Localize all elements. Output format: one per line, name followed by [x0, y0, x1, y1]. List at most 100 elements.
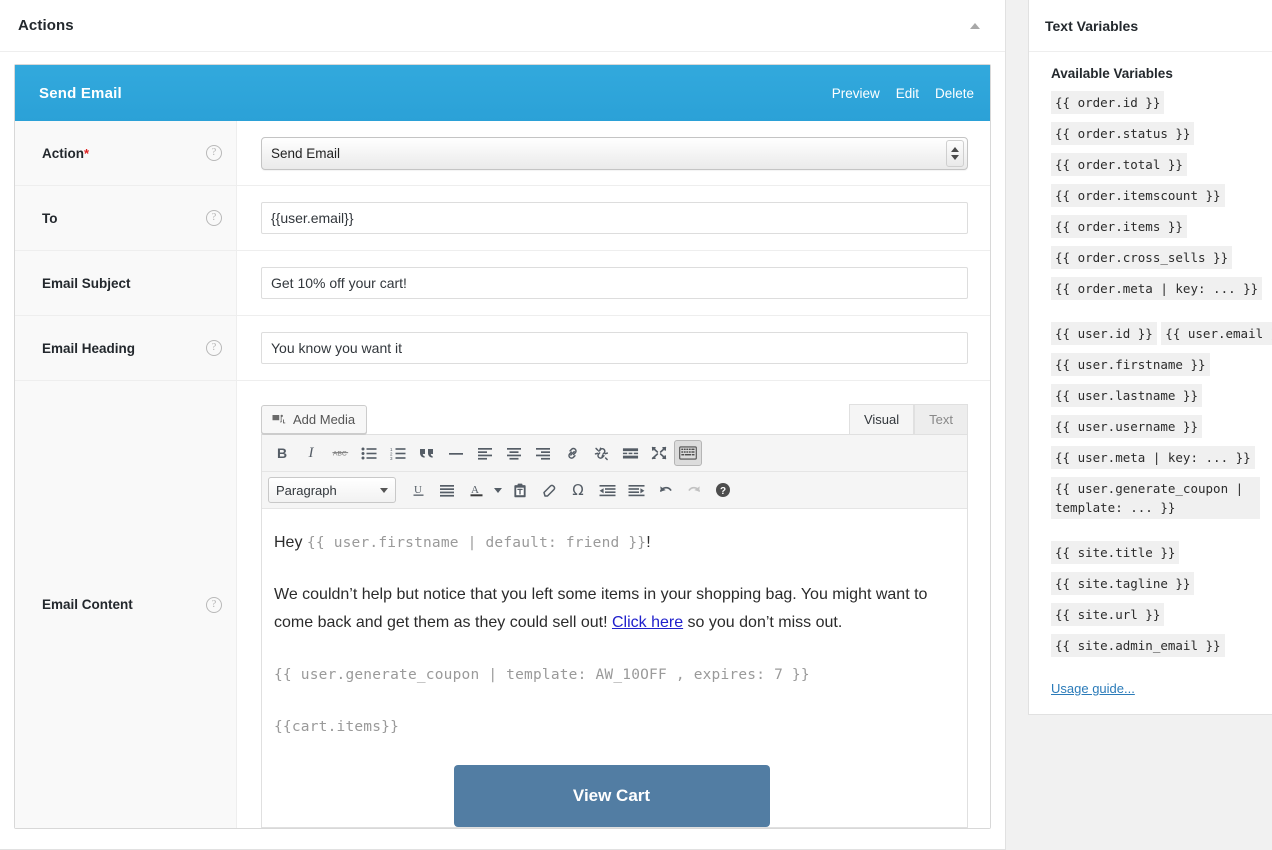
tab-visual[interactable]: Visual [849, 404, 914, 434]
unlink-icon[interactable] [587, 440, 615, 466]
svg-text:A: A [471, 484, 479, 496]
wp-editor: Add Media Visual Text B I [261, 397, 968, 828]
toolbar-toggle-icon[interactable] [674, 440, 702, 466]
distraction-free-icon[interactable] [645, 440, 673, 466]
align-justify-icon[interactable] [433, 477, 461, 503]
greeting-suffix: ! [646, 534, 650, 551]
form-row-email-content: Email Content ? [15, 381, 990, 828]
help-circle-icon[interactable]: ? [709, 477, 737, 503]
content-greeting: Hey {{ user.firstname | default: friend … [274, 529, 949, 557]
redo-icon[interactable] [680, 477, 708, 503]
field-email-heading [237, 316, 990, 380]
link-icon[interactable] [558, 440, 586, 466]
tab-text[interactable]: Text [914, 404, 968, 434]
field-email-content: Add Media Visual Text B I [237, 381, 990, 828]
click-here-link[interactable]: Click here [612, 614, 683, 631]
add-media-button[interactable]: Add Media [261, 405, 367, 434]
label-email-content: Email Content ? [15, 381, 237, 828]
add-media-icon [271, 412, 286, 427]
action-select[interactable]: Send Email [261, 137, 968, 170]
action-card-links: Preview Edit Delete [832, 86, 974, 101]
collapse-panel-toggle[interactable] [963, 14, 987, 38]
page-title: Actions [18, 17, 74, 34]
variable-chip[interactable]: {{ user.lastname }} [1051, 384, 1202, 407]
variable-chip[interactable]: {{ site.title }} [1051, 541, 1179, 564]
numbered-list-icon[interactable]: 1 2 3 [384, 440, 412, 466]
label-email-subject: Email Subject [15, 251, 237, 315]
email-heading-input[interactable] [261, 332, 968, 364]
insert-read-more-icon[interactable] [616, 440, 644, 466]
align-center-icon[interactable] [500, 440, 528, 466]
usage-guide-link[interactable]: Usage guide... [1051, 681, 1135, 696]
label-email-subject-text: Email Subject [42, 276, 131, 291]
variable-chip[interactable]: {{ site.url }} [1051, 603, 1164, 626]
variable-chip[interactable]: {{ site.admin_email }} [1051, 634, 1225, 657]
format-select[interactable]: Paragraph [268, 477, 396, 503]
align-left-icon[interactable] [471, 440, 499, 466]
chevron-down-icon [380, 488, 388, 493]
decrease-indent-icon[interactable] [593, 477, 621, 503]
help-icon-email-heading[interactable]: ? [206, 340, 222, 356]
variable-chip[interactable]: {{ order.status }} [1051, 122, 1194, 145]
panel-gap [1006, 0, 1028, 850]
form-row-action: Action* ? Send Email [15, 121, 990, 186]
variable-chip[interactable]: {{ user.meta | key: ... }} [1051, 446, 1255, 469]
editor-box: B I ABC [261, 434, 968, 828]
bulleted-list-icon[interactable] [355, 440, 383, 466]
text-variables-panel: Text Variables Available Variables {{ or… [1028, 0, 1272, 715]
action-card-title: Send Email [39, 85, 122, 102]
content-body: We couldn’t help but notice that you lef… [274, 581, 949, 637]
help-icon-action[interactable]: ? [206, 145, 222, 161]
variable-chip[interactable]: {{ order.total }} [1051, 153, 1187, 176]
svg-text:U: U [414, 484, 422, 496]
underline-icon[interactable]: U [404, 477, 432, 503]
blockquote-icon[interactable] [413, 440, 441, 466]
cta-wrapper: View Cart [274, 765, 949, 827]
text-color-dropdown-icon[interactable] [491, 477, 505, 503]
label-email-content-text: Email Content [42, 597, 133, 612]
bold-icon[interactable]: B [268, 440, 296, 466]
help-icon-email-content[interactable]: ? [206, 597, 222, 613]
delete-link[interactable]: Delete [935, 86, 974, 101]
preview-link[interactable]: Preview [832, 86, 880, 101]
editor-content-area[interactable]: Hey {{ user.firstname | default: friend … [262, 509, 967, 827]
clear-formatting-icon[interactable] [535, 477, 563, 503]
to-input[interactable] [261, 202, 968, 234]
variable-chip[interactable]: {{ user.generate_coupon | template: ... … [1051, 477, 1260, 519]
field-action: Send Email [237, 121, 990, 185]
stepper-arrows-icon[interactable] [946, 140, 964, 167]
strikethrough-icon[interactable]: ABC [326, 440, 354, 466]
app-screen: Actions Send Email Preview Edit Delete A… [0, 0, 1272, 850]
user-variables-group: {{ user.id }} {{ user.email }} {{ user.f… [1051, 322, 1260, 527]
variable-chip[interactable]: {{ order.id }} [1051, 91, 1164, 114]
variable-chip[interactable]: {{ user.email }} [1161, 322, 1272, 345]
view-cart-button[interactable]: View Cart [454, 765, 770, 827]
variable-chip[interactable]: {{ user.id }} [1051, 322, 1157, 345]
variable-chip[interactable]: {{ order.cross_sells }} [1051, 246, 1232, 269]
action-card-header: Send Email Preview Edit Delete [15, 65, 990, 121]
label-action: Action* ? [15, 121, 237, 185]
variable-chip[interactable]: {{ site.tagline }} [1051, 572, 1194, 595]
email-subject-input[interactable] [261, 267, 968, 299]
label-email-heading-text: Email Heading [42, 341, 135, 356]
variable-chip[interactable]: {{ user.username }} [1051, 415, 1202, 438]
edit-link[interactable]: Edit [896, 86, 919, 101]
horizontal-rule-icon[interactable] [442, 440, 470, 466]
align-right-icon[interactable] [529, 440, 557, 466]
text-color-icon[interactable]: A [462, 477, 490, 503]
italic-icon[interactable]: I [297, 440, 325, 466]
site-variables-group: {{ site.title }} {{ site.tagline }} {{ s… [1051, 541, 1260, 665]
variable-chip[interactable]: {{ order.items }} [1051, 215, 1187, 238]
action-card: Send Email Preview Edit Delete Action* ?… [14, 64, 991, 829]
caret-up-icon [970, 23, 980, 29]
add-media-label: Add Media [293, 412, 355, 427]
undo-icon[interactable] [651, 477, 679, 503]
variable-chip[interactable]: {{ user.firstname }} [1051, 353, 1210, 376]
help-icon-to[interactable]: ? [206, 210, 222, 226]
special-character-icon[interactable]: Ω [564, 477, 592, 503]
paste-as-text-icon[interactable] [506, 477, 534, 503]
variable-chip[interactable]: {{ order.meta | key: ... }} [1051, 277, 1262, 300]
variable-chip[interactable]: {{ order.itemscount }} [1051, 184, 1225, 207]
label-to-text: To [42, 211, 58, 226]
increase-indent-icon[interactable] [622, 477, 650, 503]
